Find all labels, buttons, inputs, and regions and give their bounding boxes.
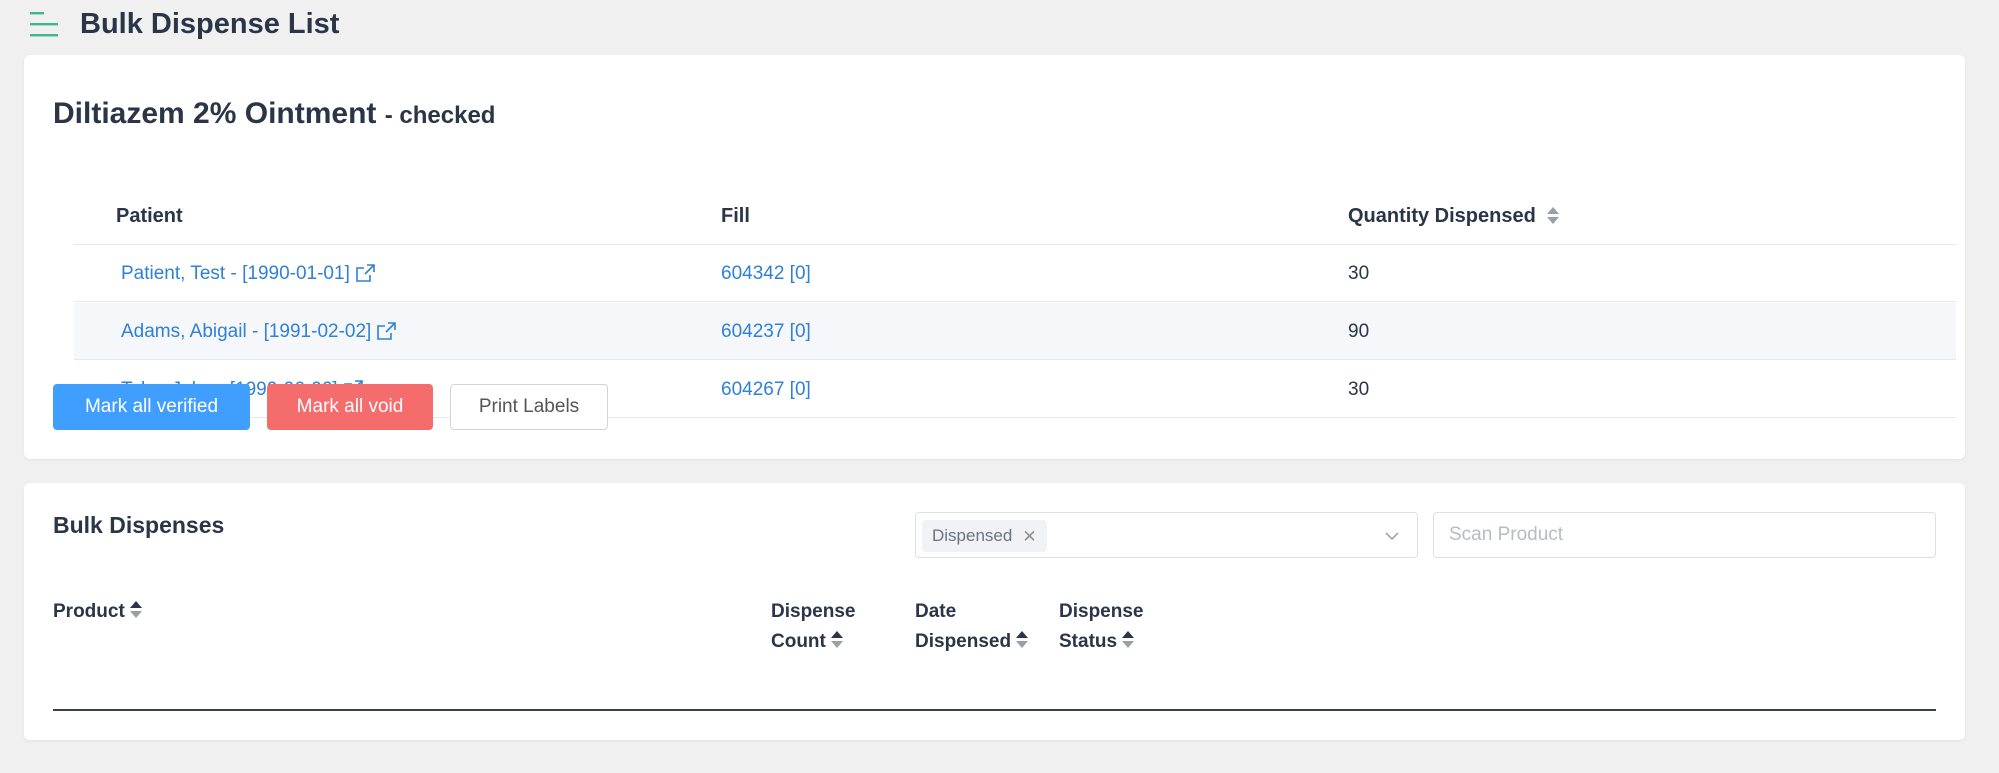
mark-all-void-button[interactable]: Mark all void (267, 384, 433, 430)
sort-icon[interactable] (830, 630, 844, 650)
column-header-fill: Fill (721, 205, 750, 227)
sort-icon[interactable] (1546, 206, 1560, 226)
column-header-label: Dispense (1059, 601, 1144, 622)
column-header-dispense-count[interactable]: Dispense Count (771, 597, 855, 657)
print-labels-button[interactable]: Print Labels (450, 384, 608, 430)
drug-name: Diltiazem 2% Ointment (53, 97, 377, 130)
sort-icon[interactable] (1121, 630, 1135, 650)
bulk-dispenses-title: Bulk Dispenses (53, 512, 225, 538)
column-header-label: Dispensed (915, 631, 1012, 652)
patient-link[interactable]: Adams, Abigail - [1991-02-02] (121, 320, 397, 344)
column-header-product-label: Product (53, 601, 125, 622)
chevron-down-icon[interactable] (1383, 527, 1401, 545)
column-header-label: Status (1059, 631, 1118, 652)
status-tag-label: Dispensed (932, 526, 1013, 545)
column-header-quantity-label: Quantity Dispensed (1348, 205, 1536, 227)
drug-card: Diltiazem 2% Ointment - checked Patient … (24, 55, 1965, 459)
scan-product-input[interactable] (1433, 512, 1936, 558)
patient-name: Patient, Test - [1990-01-01] (121, 263, 350, 284)
fill-link[interactable]: 604342 [0] (721, 262, 811, 286)
table-row: Patient, Test - [1990-01-01] 604342 [0] … (74, 245, 1956, 302)
sort-icon[interactable] (1015, 630, 1029, 650)
column-header-dispense-status[interactable]: Dispense Status (1059, 597, 1143, 657)
patient-link[interactable]: Patient, Test - [1990-01-01] (121, 262, 376, 286)
column-header-product[interactable]: Product (53, 597, 143, 627)
column-header-quantity[interactable]: Quantity Dispensed (1348, 204, 1560, 228)
drug-status: - checked (384, 102, 496, 129)
column-header-label: Count (771, 631, 826, 652)
mark-all-verified-button[interactable]: Mark all verified (53, 384, 250, 430)
fill-link[interactable]: 604267 [0] (721, 378, 811, 402)
page-title: Bulk Dispense List (80, 8, 340, 40)
column-header-date-dispensed[interactable]: Date Dispensed (915, 597, 1029, 657)
table-row: Adams, Abigail - [1991-02-02] 604237 [0]… (74, 303, 1956, 360)
top-bar: Bulk Dispense List (0, 0, 1999, 50)
status-tag: Dispensed ✕ (922, 520, 1047, 552)
column-header-label: Dispense (771, 601, 856, 622)
column-header-label: Date (915, 601, 957, 622)
table-divider (53, 709, 1936, 711)
status-filter-select[interactable]: Dispensed ✕ (915, 512, 1418, 558)
column-header-patient: Patient (116, 205, 183, 227)
sort-icon[interactable] (129, 600, 143, 620)
external-link-icon[interactable] (375, 321, 397, 343)
patient-table-header: Patient Fill Quantity Dispensed (74, 133, 1956, 245)
close-icon[interactable]: ✕ (1022, 528, 1036, 545)
fill-link[interactable]: 604237 [0] (721, 320, 811, 344)
quantity-dispensed: 90 (1348, 321, 1370, 342)
drug-title: Diltiazem 2% Ointment - checked (53, 97, 495, 133)
quantity-dispensed: 30 (1348, 263, 1370, 284)
bulk-dispenses-card: Bulk Dispenses Dispensed ✕ Product Dispe… (24, 483, 1965, 740)
patient-name: Adams, Abigail - [1991-02-02] (121, 321, 372, 342)
quantity-dispensed: 30 (1348, 379, 1370, 400)
hamburger-menu-icon[interactable] (30, 11, 60, 37)
external-link-icon[interactable] (354, 263, 376, 285)
